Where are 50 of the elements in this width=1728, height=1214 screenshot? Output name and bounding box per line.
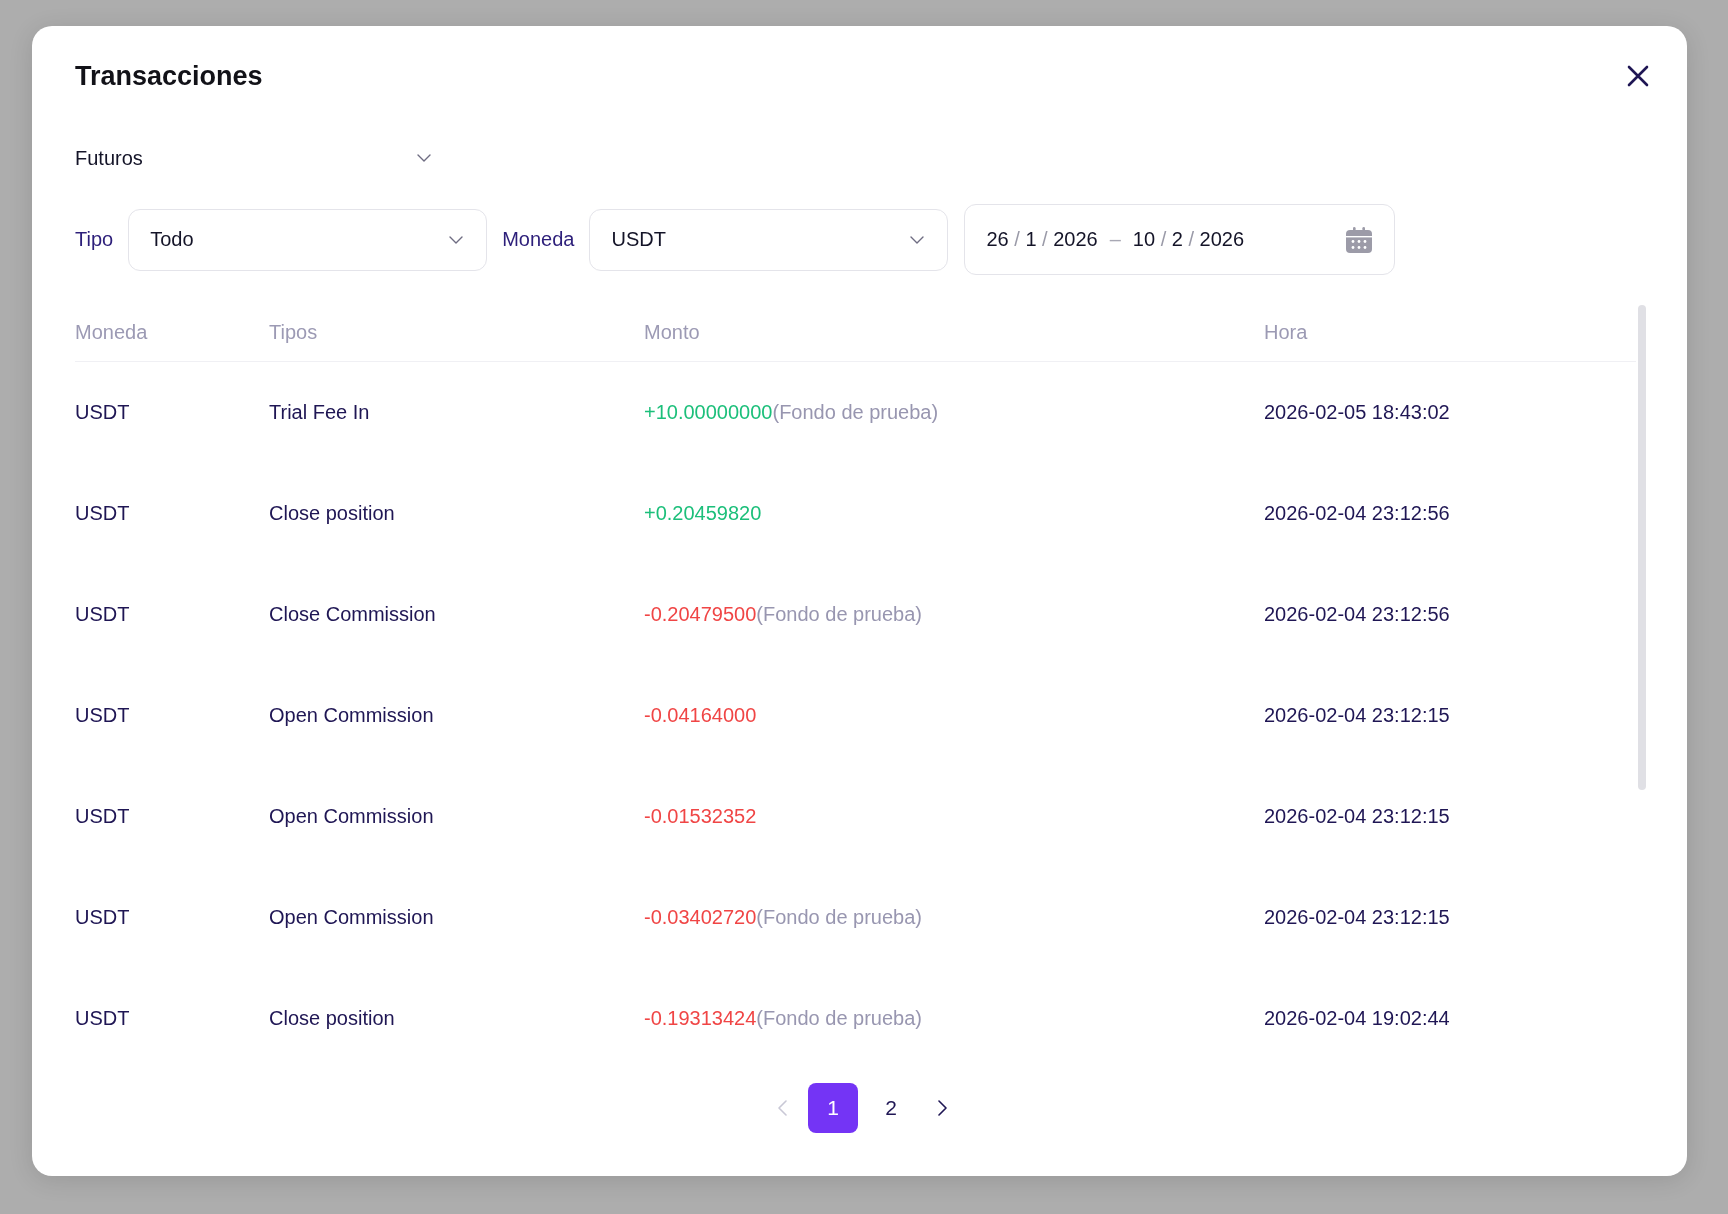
table-cell: Open Commission bbox=[269, 906, 434, 929]
amount-cell: +10.00000000(Fondo de prueba) bbox=[644, 401, 939, 424]
table-cell: Close position bbox=[269, 1007, 395, 1030]
amount-cell: +0.20459820 bbox=[644, 502, 762, 525]
chevron-down-icon bbox=[417, 154, 431, 162]
page-button[interactable]: 2 bbox=[866, 1083, 916, 1133]
table-cell: Open Commission bbox=[269, 805, 434, 828]
table-cell: Open Commission bbox=[269, 704, 434, 727]
chevron-down-icon bbox=[910, 235, 925, 244]
calendar-icon bbox=[1345, 225, 1374, 254]
amount-cell: -0.03402720(Fondo de prueba) bbox=[644, 906, 922, 929]
filter-select[interactable]: USDT bbox=[589, 208, 949, 271]
table-cell: USDT bbox=[75, 603, 130, 626]
column-header: Monto bbox=[644, 320, 700, 344]
table-cell: USDT bbox=[75, 805, 130, 828]
table-cell: 2026-02-04 23:12:56 bbox=[1264, 502, 1450, 525]
filter-label: Moneda bbox=[502, 228, 575, 251]
table-cell: USDT bbox=[75, 1007, 130, 1030]
table-cell: 2026-02-04 23:12:15 bbox=[1264, 906, 1450, 929]
table-cell: Trial Fee In bbox=[269, 401, 370, 424]
table-cell: Close Commission bbox=[269, 603, 436, 626]
chevron-left-icon bbox=[777, 1100, 787, 1116]
close-button[interactable] bbox=[1627, 65, 1649, 87]
amount-cell: -0.04164000 bbox=[644, 704, 757, 727]
table-cell: 2026-02-04 23:12:15 bbox=[1264, 704, 1450, 727]
table-cell: Close position bbox=[269, 502, 395, 525]
column-header: Hora bbox=[1264, 320, 1308, 344]
chevron-right-icon bbox=[937, 1100, 947, 1116]
table-cell: USDT bbox=[75, 704, 130, 727]
market-select[interactable]: Futuros bbox=[75, 143, 431, 173]
column-header: Tipos bbox=[269, 320, 318, 344]
table-cell: 2026-02-04 23:12:15 bbox=[1264, 805, 1450, 828]
page-button[interactable]: 1 bbox=[808, 1083, 858, 1133]
date-range-field[interactable]: 26 / 1 / 2026 – 10 / 2 / 2026 bbox=[964, 204, 1396, 275]
filter-label: Tipo bbox=[75, 228, 114, 251]
table-cell: 2026-02-05 18:43:02 bbox=[1264, 401, 1450, 424]
chevron-down-icon bbox=[449, 235, 464, 244]
filter-select[interactable]: Todo bbox=[128, 208, 488, 271]
table-cell: USDT bbox=[75, 502, 130, 525]
close-icon bbox=[1627, 65, 1649, 87]
amount-cell: -0.20479500(Fondo de prueba) bbox=[644, 603, 922, 626]
table-cell: 2026-02-04 23:12:56 bbox=[1264, 603, 1450, 626]
amount-cell: -0.01532352 bbox=[644, 805, 757, 828]
table-cell: USDT bbox=[75, 906, 130, 929]
column-header: Moneda bbox=[75, 320, 148, 344]
amount-cell: -0.19313424(Fondo de prueba) bbox=[644, 1007, 922, 1030]
table-cell: 2026-02-04 19:02:44 bbox=[1264, 1007, 1450, 1030]
dialog-title: Transacciones bbox=[75, 60, 263, 93]
table-cell: USDT bbox=[75, 401, 130, 424]
scrollbar-thumb[interactable] bbox=[1638, 305, 1646, 790]
